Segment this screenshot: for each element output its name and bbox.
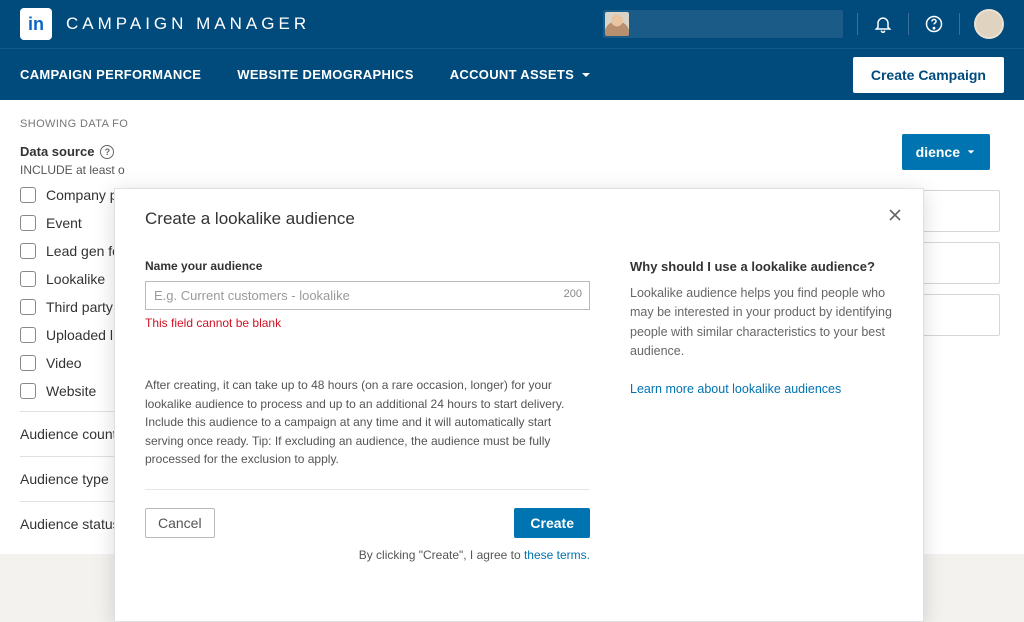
divider xyxy=(959,13,960,35)
filter-label: Uploaded l xyxy=(46,327,113,343)
showing-data-label: SHOWING DATA FO xyxy=(20,118,200,130)
nav-account-assets-label: ACCOUNT ASSETS xyxy=(450,67,574,82)
checkbox-icon xyxy=(20,383,36,399)
modal-title: Create a lookalike audience xyxy=(145,209,893,229)
data-source-label: Data source xyxy=(20,144,94,159)
terms-text: By clicking "Create", I agree to these t… xyxy=(145,548,590,562)
side-panel-title: Why should I use a lookalike audience? xyxy=(630,259,893,274)
checkbox-icon xyxy=(20,243,36,259)
notifications-icon[interactable] xyxy=(872,13,894,35)
close-icon[interactable] xyxy=(887,207,903,223)
filter-label: Lead gen fo xyxy=(46,243,120,259)
filter-label: Lookalike xyxy=(46,271,105,287)
caret-down-icon xyxy=(580,69,592,81)
checkbox-icon xyxy=(20,271,36,287)
nav-account-assets[interactable]: ACCOUNT ASSETS xyxy=(450,67,592,82)
help-icon[interactable] xyxy=(923,13,945,35)
include-hint: INCLUDE at least o xyxy=(20,163,200,177)
linkedin-logo[interactable]: in xyxy=(20,8,52,40)
terms-link[interactable]: these terms. xyxy=(524,548,590,562)
char-count: 200 xyxy=(564,288,582,300)
nav-campaign-performance[interactable]: CAMPAIGN PERFORMANCE xyxy=(20,67,201,82)
divider xyxy=(908,13,909,35)
checkbox-icon xyxy=(20,355,36,371)
facet-label: Audience count xyxy=(20,426,117,442)
audience-name-input[interactable] xyxy=(145,281,590,310)
processing-note: After creating, it can take up to 48 hou… xyxy=(145,376,590,490)
filter-label: Company p xyxy=(46,187,118,203)
create-lookalike-modal: Create a lookalike audience Name your au… xyxy=(114,188,924,622)
app-title: CAMPAIGN MANAGER xyxy=(66,14,310,34)
divider xyxy=(857,13,858,35)
checkbox-icon xyxy=(20,327,36,343)
terms-prefix: By clicking "Create", I agree to xyxy=(359,548,524,562)
facet-label: Audience type xyxy=(20,471,109,487)
validation-error: This field cannot be blank xyxy=(145,316,590,330)
search-avatar-icon xyxy=(605,12,629,36)
filter-label: Third party xyxy=(46,299,113,315)
filter-label: Event xyxy=(46,215,82,231)
cancel-button[interactable]: Cancel xyxy=(145,508,215,538)
side-panel-text: Lookalike audience helps you find people… xyxy=(630,284,893,362)
help-tooltip-icon[interactable]: ? xyxy=(100,145,114,159)
create-audience-label: dience xyxy=(916,144,960,160)
learn-more-link[interactable]: Learn more about lookalike audiences xyxy=(630,382,893,396)
primary-nav: CAMPAIGN PERFORMANCE WEBSITE DEMOGRAPHIC… xyxy=(0,48,1024,100)
create-campaign-button[interactable]: Create Campaign xyxy=(853,57,1004,93)
create-button[interactable]: Create xyxy=(514,508,590,538)
checkbox-icon xyxy=(20,299,36,315)
global-header: in CAMPAIGN MANAGER xyxy=(0,0,1024,48)
caret-down-icon xyxy=(966,147,976,157)
checkbox-icon xyxy=(20,215,36,231)
filter-label: Video xyxy=(46,355,82,371)
checkbox-icon xyxy=(20,187,36,203)
page-body: SHOWING DATA FO Data source ? INCLUDE at… xyxy=(0,100,1024,554)
create-audience-dropdown[interactable]: dience xyxy=(902,134,990,170)
user-avatar[interactable] xyxy=(974,9,1004,39)
nav-website-demographics[interactable]: WEBSITE DEMOGRAPHICS xyxy=(237,67,413,82)
facet-label: Audience status xyxy=(20,516,120,532)
filter-label: Website xyxy=(46,383,96,399)
name-field-label: Name your audience xyxy=(145,259,590,273)
global-search[interactable] xyxy=(603,10,843,38)
